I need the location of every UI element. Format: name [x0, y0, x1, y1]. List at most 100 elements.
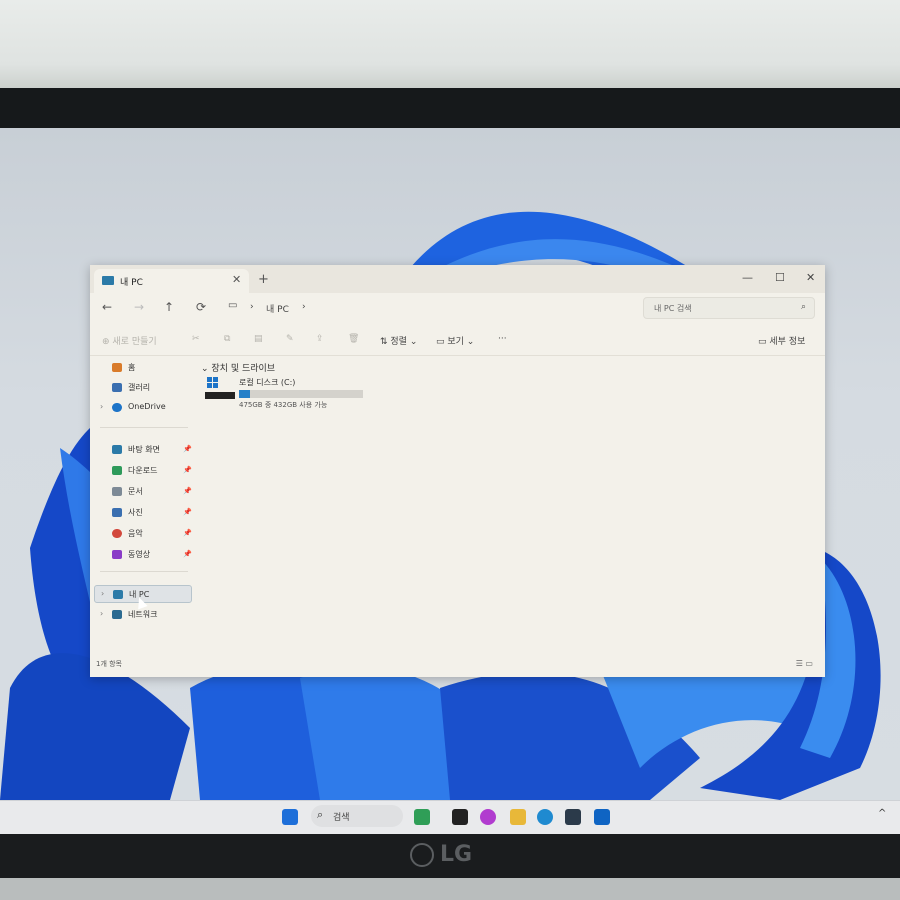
- drive-free-space: 475GB 중 432GB 사용 가능: [239, 401, 328, 409]
- document-icon: [112, 487, 122, 496]
- sidebar-item-gallery[interactable]: 갤러리: [94, 379, 192, 397]
- sidebar-label: 바탕 화면: [128, 445, 160, 454]
- new-item-button[interactable]: ⊕ 새로 만들기: [102, 334, 157, 347]
- taskbar: [0, 800, 900, 835]
- music-icon: [112, 529, 122, 538]
- sidebar-label: 네트워크: [128, 610, 158, 619]
- content-pane: ⌄ 장치 및 드라이브 로컬 디스크 (C:) 475GB 중 432GB 사용…: [195, 355, 815, 655]
- file-explorer-window: 내 PC ✕ + — ☐ ✕ ← → ↑ ⟳ ▭ › 내 PC › 내 PC 검…: [90, 265, 825, 677]
- sidebar-item-videos[interactable]: 동영상 📌: [94, 546, 192, 564]
- drive-usage-bar: [239, 390, 363, 398]
- download-icon: [112, 466, 122, 475]
- details-label: 세부 정보: [769, 337, 806, 347]
- back-icon[interactable]: ←: [102, 300, 112, 314]
- status-item-count: 1개 항목: [96, 660, 122, 668]
- close-window-button[interactable]: ✕: [806, 271, 815, 284]
- chevron-right-icon[interactable]: ›: [101, 589, 104, 598]
- widget-icon[interactable]: [414, 809, 430, 825]
- command-bar: ⊕ 새로 만들기 ✂ ⧉ ▤ ✎ ⇪ 🗑 ⇅ 정렬 ⌄ ▭ 보기 ⌄ ··· ▭…: [90, 325, 825, 356]
- search-icon: ⌕: [317, 808, 324, 821]
- pin-icon: 📌: [183, 550, 192, 558]
- pc-icon: [102, 276, 114, 285]
- monitor-icon: ▭: [228, 300, 238, 311]
- share-icon[interactable]: ⇪: [316, 334, 324, 344]
- breadcrumb-separator-icon: ›: [250, 302, 254, 312]
- new-item-label: 새로 만들기: [112, 337, 157, 347]
- sidebar-item-documents[interactable]: 문서 📌: [94, 483, 192, 501]
- details-pane-button[interactable]: ▭ 세부 정보: [758, 334, 805, 347]
- view-toggle-icons[interactable]: ☰ ▭: [796, 659, 813, 668]
- view-button[interactable]: ▭ 보기 ⌄: [436, 334, 474, 347]
- drive-usage-fill: [239, 390, 251, 398]
- breadcrumb-this-pc[interactable]: 내 PC: [266, 302, 289, 315]
- refresh-icon[interactable]: ⟳: [196, 300, 206, 314]
- drive-icon: [205, 392, 235, 399]
- chevron-right-icon[interactable]: ›: [100, 609, 103, 618]
- maximize-button[interactable]: ☐: [775, 271, 785, 284]
- pictures-icon: [112, 508, 122, 517]
- sidebar-label: 문서: [128, 487, 143, 496]
- windows-drive-icon: [207, 377, 219, 389]
- pin-icon: 📌: [183, 529, 192, 537]
- more-options-button[interactable]: ···: [498, 334, 507, 344]
- sidebar-label: 음악: [128, 529, 143, 538]
- minimize-button[interactable]: —: [742, 271, 753, 284]
- tab-label: 내 PC: [120, 278, 143, 288]
- drive-name: 로컬 디스크 (C:): [239, 378, 296, 387]
- pin-icon: 📌: [183, 487, 192, 495]
- close-tab-icon[interactable]: ✕: [232, 273, 241, 286]
- cut-icon[interactable]: ✂: [192, 334, 200, 344]
- view-label: 보기: [447, 337, 464, 347]
- chevron-right-icon[interactable]: ›: [100, 402, 103, 411]
- store-icon[interactable]: [565, 809, 581, 825]
- sidebar-item-network[interactable]: › 네트워크: [94, 606, 192, 624]
- rename-icon[interactable]: ✎: [286, 334, 294, 344]
- sidebar-label: 사진: [128, 508, 143, 517]
- outlook-icon[interactable]: [594, 809, 610, 825]
- sidebar-label: 동영상: [128, 550, 151, 559]
- sidebar-item-home[interactable]: 홈: [94, 359, 192, 377]
- sort-label: 정렬: [390, 337, 407, 347]
- tab-this-pc[interactable]: 내 PC ✕: [94, 269, 249, 293]
- sidebar-label: 홈: [128, 363, 136, 372]
- paste-icon[interactable]: ▤: [254, 334, 263, 344]
- navigation-pane: 홈 갤러리 › OneDrive 바탕 화면 📌 다운로드 📌 문서 📌 사진 …: [90, 355, 193, 662]
- sidebar-item-onedrive[interactable]: › OneDrive: [94, 399, 192, 417]
- breadcrumb-chevron-icon[interactable]: ›: [302, 302, 306, 312]
- sidebar-divider: [100, 427, 188, 428]
- sidebar-item-music[interactable]: 음악 📌: [94, 525, 192, 543]
- search-icon: ⌕: [800, 302, 806, 312]
- taskbar-search-label: 검색: [333, 813, 350, 823]
- copilot-icon[interactable]: [480, 809, 496, 825]
- task-view-icon[interactable]: [452, 809, 468, 825]
- gallery-icon: [112, 383, 122, 392]
- home-icon: [112, 363, 122, 372]
- pin-icon: 📌: [183, 466, 192, 474]
- taskbar-search[interactable]: ⌕ 검색: [311, 805, 403, 827]
- tray-chevron-icon[interactable]: ^: [878, 808, 886, 819]
- search-box[interactable]: 내 PC 검색 ⌕: [643, 297, 815, 319]
- section-title: 장치 및 드라이브: [211, 364, 276, 374]
- folder-icon[interactable]: [510, 809, 526, 825]
- edge-icon[interactable]: [537, 809, 553, 825]
- sidebar-item-downloads[interactable]: 다운로드 📌: [94, 462, 192, 480]
- title-bar: 내 PC ✕ + — ☐ ✕: [90, 265, 825, 293]
- monitor-top-bezel: [0, 88, 900, 130]
- forward-icon[interactable]: →: [134, 300, 144, 314]
- desktop-icon: [112, 445, 122, 454]
- sidebar-item-desktop[interactable]: 바탕 화면 📌: [94, 441, 192, 459]
- sidebar-label: 다운로드: [128, 466, 158, 475]
- search-placeholder: 내 PC 검색: [654, 304, 692, 313]
- section-header[interactable]: ⌄ 장치 및 드라이브: [201, 361, 275, 374]
- address-row: ← → ↑ ⟳ ▭ › 내 PC › 내 PC 검색 ⌕: [90, 293, 825, 323]
- delete-icon[interactable]: 🗑: [348, 334, 359, 344]
- new-tab-button[interactable]: +: [258, 272, 269, 287]
- network-icon: [112, 610, 122, 619]
- sort-button[interactable]: ⇅ 정렬 ⌄: [380, 334, 417, 347]
- sidebar-item-pictures[interactable]: 사진 📌: [94, 504, 192, 522]
- up-icon[interactable]: ↑: [164, 300, 174, 314]
- room-wall: [0, 0, 900, 92]
- copy-icon[interactable]: ⧉: [224, 334, 230, 344]
- start-icon[interactable]: [282, 809, 298, 825]
- video-icon: [112, 550, 122, 559]
